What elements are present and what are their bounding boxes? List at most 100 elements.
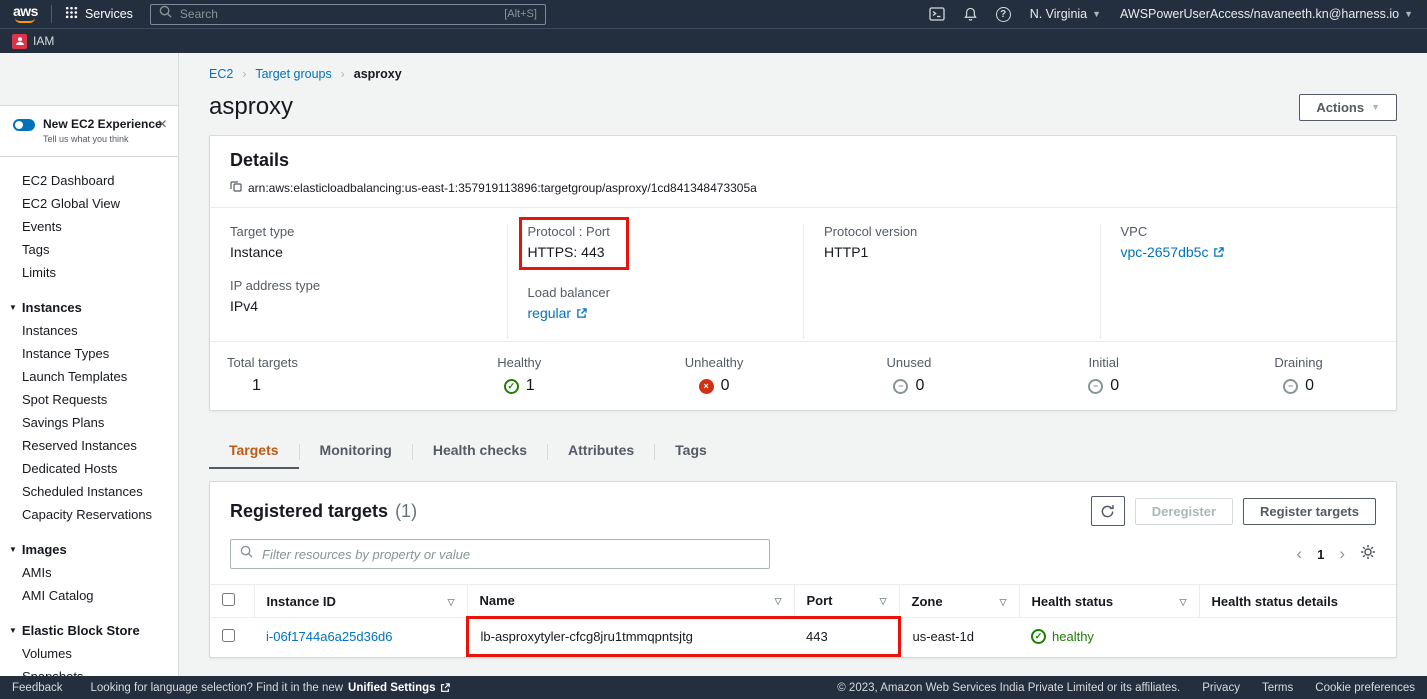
actions-label: Actions (1316, 100, 1364, 115)
field-target-type: Target type Instance (230, 224, 487, 260)
load-balancer-link[interactable]: regular (528, 305, 588, 321)
region-selector[interactable]: N. Virginia ▼ (1030, 7, 1101, 21)
copyright-text: © 2023, Amazon Web Services India Privat… (837, 682, 1180, 694)
deregister-button[interactable]: Deregister (1135, 498, 1233, 525)
tab-tags[interactable]: Tags (655, 435, 727, 469)
column-health-status[interactable]: Health status▽ (1019, 585, 1199, 618)
field-ip-address-type: IP address type IPv4 (230, 278, 487, 314)
table-settings-gear-icon[interactable] (1360, 544, 1376, 565)
select-all-checkbox[interactable] (222, 593, 235, 606)
feedback-link[interactable]: Feedback (12, 682, 63, 694)
sort-icon[interactable]: ▽ (1000, 597, 1007, 608)
privacy-link[interactable]: Privacy (1202, 682, 1240, 694)
vpc-link[interactable]: vpc-2657db5c (1121, 244, 1225, 260)
filter-field[interactable] (230, 539, 770, 569)
terms-link[interactable]: Terms (1262, 682, 1293, 694)
sidebar-item-ec2-dashboard[interactable]: EC2 Dashboard (0, 169, 178, 192)
sidebar-section-elastic-block-store[interactable]: ▼ Elastic Block Store (0, 619, 178, 642)
aws-logo[interactable]: aws (0, 5, 51, 23)
column-name[interactable]: Name▽ (467, 585, 794, 618)
section-label: Images (22, 542, 67, 557)
sidebar-item-scheduled-instances[interactable]: Scheduled Instances (0, 480, 178, 503)
tab-monitoring[interactable]: Monitoring (300, 435, 412, 469)
next-page-icon[interactable]: › (1339, 547, 1345, 561)
field-load-balancer: Load balancer regular (528, 285, 784, 321)
sidebar-item-limits[interactable]: Limits (0, 261, 178, 284)
registered-targets-count: (1) (395, 501, 417, 522)
details-heading: Details (230, 150, 289, 170)
copy-icon[interactable] (230, 180, 242, 195)
target-group-arn: arn:aws:elasticloadbalancing:us-east-1:3… (248, 181, 757, 195)
stat-initial: Initial − 0 (1006, 355, 1201, 395)
sidebar-item-launch-templates[interactable]: Launch Templates (0, 365, 178, 388)
chevron-down-icon: ▼ (1371, 102, 1380, 112)
breadcrumb: EC2 › Target groups › asproxy (209, 67, 1397, 81)
sidebar-item-ami-catalog[interactable]: AMI Catalog (0, 584, 178, 607)
sort-icon[interactable]: ▽ (775, 596, 782, 607)
services-menu-button[interactable]: Services (52, 6, 146, 22)
cookie-preferences-link[interactable]: Cookie preferences (1315, 682, 1415, 694)
annotation-box-protocol-port: Protocol : Port HTTPS: 443 (519, 217, 629, 270)
account-menu[interactable]: AWSPowerUserAccess/navaneeth.kn@harness.… (1120, 7, 1413, 21)
chevron-down-icon: ▼ (1092, 9, 1101, 19)
help-icon[interactable]: ? (996, 7, 1011, 22)
tab-bar: Targets Monitoring Health checks Attribu… (209, 435, 1397, 469)
column-instance-id[interactable]: Instance ID▽ (254, 585, 467, 618)
breadcrumb-ec2[interactable]: EC2 (209, 67, 233, 81)
close-icon[interactable]: × (158, 119, 167, 131)
sidebar-menu: EC2 Dashboard EC2 Global View Events Tag… (0, 157, 178, 676)
stat-unhealthy: Unhealthy × 0 (617, 355, 812, 395)
search-input[interactable] (178, 6, 498, 22)
refresh-button[interactable] (1091, 496, 1125, 526)
section-label: Instances (22, 300, 82, 315)
targets-table: Instance ID▽ Name▽ Port▽ Zone▽ Health st (210, 584, 1396, 657)
unified-settings-link[interactable]: Unified Settings (348, 682, 450, 694)
sort-icon[interactable]: ▽ (880, 596, 887, 607)
field-protocol-port: Protocol : Port HTTPS: 443 (528, 224, 784, 267)
sort-icon[interactable]: ▽ (448, 597, 455, 608)
healthy-check-icon: ✓ (1031, 629, 1046, 644)
target-health-cell: ✓ healthy (1019, 618, 1199, 656)
favorites-iam-link[interactable]: IAM (33, 34, 54, 48)
iam-service-icon (12, 34, 27, 49)
instance-id-link[interactable]: i-06f1744a6a25d36d6 (254, 618, 467, 656)
column-zone[interactable]: Zone▽ (899, 585, 1019, 618)
column-port[interactable]: Port▽ (794, 585, 899, 618)
sidebar-item-spot-requests[interactable]: Spot Requests (0, 388, 178, 411)
sidebar-item-instance-types[interactable]: Instance Types (0, 342, 178, 365)
sidebar-item-volumes[interactable]: Volumes (0, 642, 178, 665)
filter-input[interactable] (260, 546, 760, 563)
footer: Feedback Looking for language selection?… (0, 676, 1427, 699)
tab-attributes[interactable]: Attributes (548, 435, 654, 469)
sidebar-item-dedicated-hosts[interactable]: Dedicated Hosts (0, 457, 178, 480)
sidebar-item-reserved-instances[interactable]: Reserved Instances (0, 434, 178, 457)
tab-health-checks[interactable]: Health checks (413, 435, 547, 469)
aws-smile-icon (15, 18, 35, 23)
sidebar-section-images[interactable]: ▼ Images (0, 538, 178, 561)
sidebar-item-amis[interactable]: AMIs (0, 561, 178, 584)
sidebar-item-savings-plans[interactable]: Savings Plans (0, 411, 178, 434)
external-link-icon (440, 683, 450, 693)
page-number[interactable]: 1 (1317, 547, 1324, 562)
section-label: Elastic Block Store (22, 623, 140, 638)
sidebar-item-ec2-global-view[interactable]: EC2 Global View (0, 192, 178, 215)
register-targets-button[interactable]: Register targets (1243, 498, 1376, 525)
new-experience-toggle[interactable] (13, 119, 35, 131)
tab-targets[interactable]: Targets (209, 435, 299, 469)
sidebar-item-capacity-reservations[interactable]: Capacity Reservations (0, 503, 178, 526)
row-checkbox[interactable] (222, 629, 235, 642)
sidebar-item-instances[interactable]: Instances (0, 319, 178, 342)
stat-total-targets: Total targets 1 (210, 355, 422, 395)
notifications-bell-icon[interactable] (964, 7, 977, 21)
sidebar-item-snapshots[interactable]: Snapshots (0, 665, 178, 676)
global-search-bar[interactable]: [Alt+S] (150, 4, 546, 25)
breadcrumb-target-groups[interactable]: Target groups (255, 67, 331, 81)
sidebar-section-instances[interactable]: ▼ Instances (0, 296, 178, 319)
sidebar-item-events[interactable]: Events (0, 215, 178, 238)
chevron-down-icon: ▼ (9, 303, 17, 312)
sidebar-item-tags[interactable]: Tags (0, 238, 178, 261)
actions-button[interactable]: Actions ▼ (1299, 94, 1397, 121)
sort-icon[interactable]: ▽ (1180, 597, 1187, 608)
previous-page-icon[interactable]: ‹ (1296, 547, 1302, 561)
cloudshell-icon[interactable] (929, 7, 945, 21)
